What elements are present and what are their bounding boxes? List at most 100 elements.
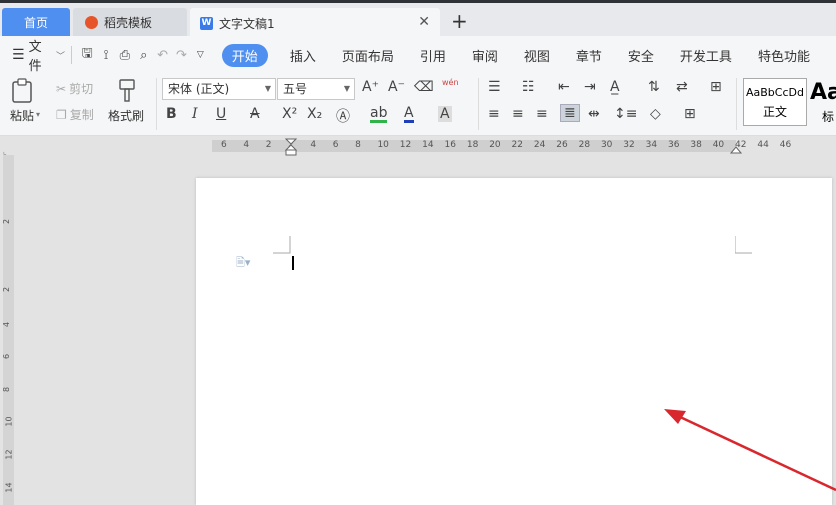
tab-home[interactable]: 首页 — [2, 8, 70, 36]
text-effect-icon[interactable]: Ⓐ — [336, 106, 350, 126]
table-icon[interactable]: ⊞ — [710, 79, 722, 95]
right-indent-marker-icon[interactable] — [730, 142, 742, 154]
file-menu[interactable]: ☰ 文件 ﹀ — [0, 36, 65, 74]
tab-special-features[interactable]: 特色功能 — [758, 46, 810, 65]
print-icon[interactable]: ⎙ — [118, 46, 131, 64]
ruler-tick-label: 2 — [265, 140, 272, 150]
ruler-tick-label: 4 — [2, 321, 12, 328]
ribbon-tabs: 开始 插入 页面布局 引用 审阅 视图 章节 安全 开发工具 特色功能 — [221, 43, 836, 67]
line-spacing-icon[interactable]: ↕≡ — [614, 106, 637, 122]
style-normal-label: 正文 — [762, 105, 787, 119]
redo-icon[interactable]: ↷ — [175, 46, 188, 64]
tab-document[interactable]: W 文字文稿1 ✕ — [190, 8, 440, 39]
tab-bar: 首页 稻壳模板 W 文字文稿1 ✕ + — [0, 0, 836, 39]
sort-icon[interactable]: ⇅ — [648, 79, 660, 95]
bold-icon[interactable]: B — [166, 106, 177, 122]
paste-button[interactable]: 粘贴 — [10, 78, 34, 124]
align-center-icon[interactable]: ≡ — [512, 106, 524, 122]
tab-document-label: 文字文稿1 — [219, 17, 275, 31]
ruler-tick-label: 12 — [399, 140, 412, 150]
horizontal-ruler[interactable]: 6422468101214161820222426283032343638404… — [0, 137, 836, 156]
copy-label: 复制 — [69, 108, 94, 122]
tab-review[interactable]: 审阅 — [472, 46, 498, 65]
tab-view[interactable]: 视图 — [524, 46, 550, 65]
paste-dropdown-icon[interactable]: ▾ — [36, 110, 40, 119]
ruler-tick-label: 6 — [332, 140, 339, 150]
customize-toolbar-icon[interactable]: ▽ — [194, 46, 207, 64]
italic-icon[interactable]: I — [192, 106, 198, 122]
subscript-icon[interactable]: X₂ — [307, 106, 322, 122]
superscript-icon[interactable]: X² — [282, 106, 297, 122]
tab-templates[interactable]: 稻壳模板 — [73, 8, 187, 36]
cut-button[interactable]: ✂ 剪切 — [56, 80, 93, 97]
menu-bar: ☰ 文件 ﹀ 🖫 ⟟ ⎙ ⌕ ↶ ↷ ▽ 开始 插入 页面布局 引用 审阅 视图… — [0, 36, 836, 74]
font-size-select[interactable]: 五号 ▼ — [277, 78, 355, 100]
char-shading-icon[interactable]: A — [438, 106, 452, 122]
strikethrough-icon[interactable]: A — [250, 106, 260, 122]
divider — [478, 78, 479, 130]
close-icon[interactable]: ✕ — [418, 14, 430, 30]
copy-button[interactable]: ❐ 复制 — [56, 106, 94, 123]
ruler-tick-label: 8 — [2, 386, 12, 393]
save-icon[interactable]: 🖫 — [81, 46, 94, 64]
chevron-down-icon: ▼ — [343, 84, 350, 93]
increase-indent-icon[interactable]: ⇥ — [584, 79, 596, 95]
paragraph-layout-icon[interactable]: 🗎▾ — [236, 254, 250, 273]
ribbon-toolbar: 粘贴 ▾ ✂ 剪切 ❐ 复制 格式刷 宋体 (正文) ▼ 五号 ▼ A⁺ A⁻ … — [0, 74, 836, 136]
indent-marker-icon[interactable] — [285, 138, 297, 156]
document-page[interactable]: 🗎▾ — [196, 178, 832, 505]
tab-security[interactable]: 安全 — [628, 46, 654, 65]
phonetic-guide-button[interactable]: wén — [442, 77, 459, 88]
ruler-tick-label: 22 — [511, 140, 523, 150]
grow-font-icon[interactable]: A⁺ — [362, 79, 379, 95]
show-marks-icon[interactable]: ⇄ — [676, 79, 688, 95]
ruler-tick-label: 34 — [645, 140, 658, 150]
font-color-icon[interactable]: A — [404, 106, 414, 123]
print-preview-icon[interactable]: ⌕ — [137, 46, 150, 64]
paste-label: 粘贴 — [10, 109, 35, 123]
divider — [156, 78, 157, 130]
underline-icon[interactable]: U — [216, 106, 226, 122]
ruler-tick-label: 8 — [355, 140, 361, 150]
justify-icon[interactable]: ≣ — [560, 104, 580, 122]
tab-start[interactable]: 开始 — [221, 43, 268, 67]
chinese-layout-icon[interactable]: A̲ — [610, 79, 620, 95]
margin-corner-mark — [273, 236, 291, 254]
distribute-icon[interactable]: ⇹ — [588, 106, 600, 122]
shading-bucket-icon[interactable]: ◇ — [650, 106, 661, 122]
align-right-icon[interactable]: ≡ — [536, 106, 548, 122]
borders-icon[interactable]: ⊞ — [684, 106, 696, 122]
new-tab-plus-icon[interactable]: + — [451, 9, 468, 33]
font-name-select[interactable]: 宋体 (正文) ▼ — [162, 78, 276, 100]
bullet-list-icon[interactable]: ☰ — [488, 79, 501, 95]
ruler-tick-label: 32 — [623, 140, 635, 150]
format-painter-button[interactable]: 格式刷 — [108, 78, 144, 124]
eraser-icon[interactable]: ⌫ — [414, 79, 434, 95]
highlight-icon[interactable]: ab — [370, 106, 388, 123]
undo-icon[interactable]: ↶ — [156, 46, 169, 64]
font-name-value: 宋体 (正文) — [168, 82, 230, 96]
clipboard-icon — [12, 78, 32, 103]
ruler-tick-label: 10 — [377, 140, 389, 150]
tab-page-layout[interactable]: 页面布局 — [342, 46, 394, 65]
export-pdf-icon[interactable]: ⟟ — [100, 46, 113, 64]
ruler-tick-label: 2 — [2, 218, 12, 225]
writer-doc-icon: W — [200, 17, 213, 30]
numbered-list-icon[interactable]: ☷ — [522, 79, 535, 95]
tab-references[interactable]: 引用 — [420, 46, 446, 65]
style-normal[interactable]: AaBbCcDd 正文 — [743, 78, 807, 126]
tab-insert[interactable]: 插入 — [290, 46, 316, 65]
tab-section[interactable]: 章节 — [576, 46, 602, 65]
shrink-font-icon[interactable]: A⁻ — [388, 79, 405, 95]
tab-templates-label: 稻壳模板 — [104, 15, 153, 30]
cut-label: 剪切 — [69, 82, 94, 96]
divider — [70, 46, 72, 64]
vertical-ruler[interactable]: 2 2 4 6 8 10 12 14 — [0, 155, 16, 505]
ruler-tick-label: 44 — [757, 140, 769, 150]
decrease-indent-icon[interactable]: ⇤ — [558, 79, 570, 95]
style-heading-sample[interactable]: Aa — [810, 80, 836, 105]
ruler-tick-label: 24 — [533, 140, 546, 150]
tab-developer[interactable]: 开发工具 — [680, 46, 732, 65]
chevron-down-icon: ▼ — [264, 84, 271, 93]
align-left-icon[interactable]: ≡ — [488, 106, 500, 122]
